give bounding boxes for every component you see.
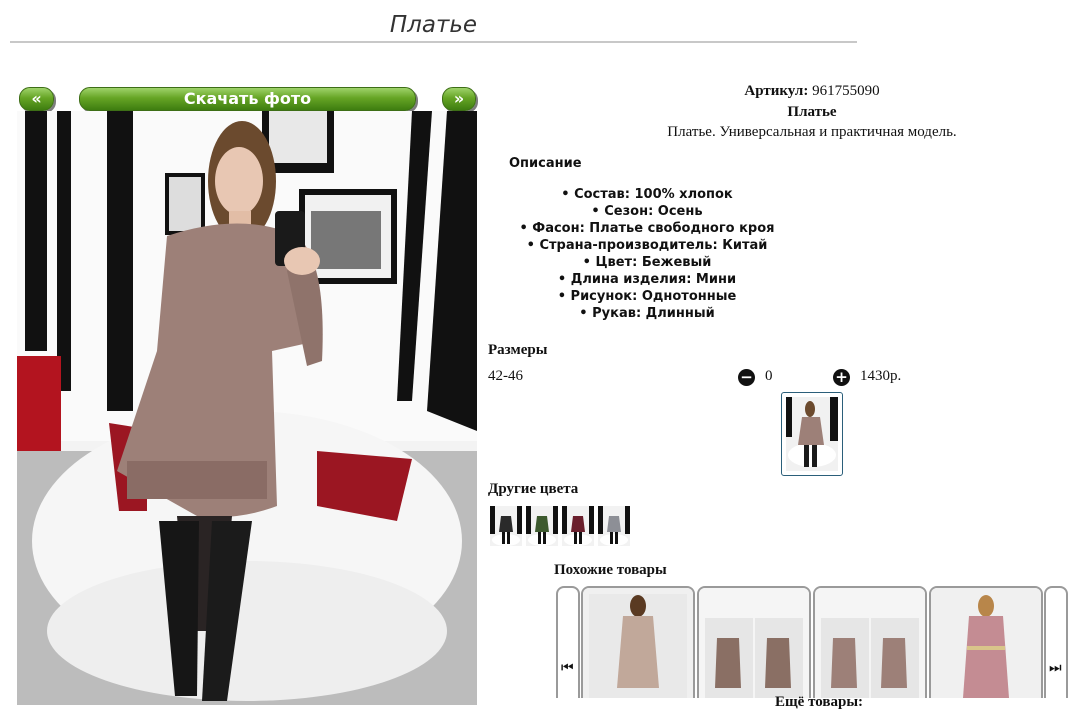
color-variant-grey[interactable] bbox=[598, 506, 630, 546]
size-row: 42-46 − 0 + 1430р. bbox=[487, 368, 957, 388]
other-colors-title: Другие цвета bbox=[488, 481, 579, 497]
color-variant-image bbox=[490, 506, 522, 546]
article-line: Артикул: 961755090 bbox=[627, 83, 997, 100]
features-list: Состав: 100% хлопок Сезон: Осень Фасон: … bbox=[507, 186, 787, 322]
color-variant-burgundy[interactable] bbox=[562, 506, 594, 546]
similar-product-card[interactable] bbox=[813, 586, 927, 698]
size-value: 42-46 bbox=[488, 368, 523, 384]
product-info-panel: Артикул: 961755090 Платье Платье. Универ… bbox=[487, 0, 1091, 710]
prev-photo-button[interactable]: « bbox=[19, 87, 54, 111]
feature-item: Страна-производитель: Китай bbox=[507, 237, 787, 254]
color-variant-image bbox=[562, 506, 594, 546]
similar-product-image bbox=[699, 588, 809, 698]
similar-product-card[interactable] bbox=[929, 586, 1043, 698]
sizes-title: Размеры bbox=[488, 342, 548, 358]
feature-item: Состав: 100% хлопок bbox=[507, 186, 787, 203]
download-photo-button[interactable]: Скачать фото bbox=[79, 87, 416, 111]
thumbnail-image bbox=[786, 397, 838, 471]
more-goods-label: Ещё товары: bbox=[775, 694, 864, 710]
feature-item: Цвет: Бежевый bbox=[507, 254, 787, 271]
color-variant-image bbox=[598, 506, 630, 546]
article-value: 961755090 bbox=[812, 83, 880, 99]
similar-product-card[interactable] bbox=[581, 586, 695, 698]
next-arrow-icon: ⏭ bbox=[1049, 660, 1062, 676]
minus-circle-icon[interactable]: − bbox=[738, 369, 755, 386]
similar-product-image bbox=[583, 588, 693, 698]
plus-circle-icon[interactable]: + bbox=[833, 369, 850, 386]
feature-item: Длина изделия: Мини bbox=[507, 271, 787, 288]
product-photo-image bbox=[17, 111, 477, 705]
similar-product-image bbox=[815, 588, 925, 698]
color-variant-image bbox=[526, 506, 558, 546]
feature-item: Рисунок: Однотонные bbox=[507, 288, 787, 305]
product-photo[interactable] bbox=[17, 111, 477, 705]
product-name: Платье bbox=[787, 104, 837, 120]
article-label: Артикул: bbox=[744, 83, 809, 99]
similar-products-title: Похожие товары bbox=[554, 562, 667, 578]
similar-product-card[interactable] bbox=[697, 586, 811, 698]
carousel-prev-button[interactable]: ⏮ bbox=[556, 586, 580, 698]
carousel-next-button[interactable]: ⏭ bbox=[1044, 586, 1068, 698]
product-tagline: Платье. Универсальная и практичная модел… bbox=[667, 124, 957, 140]
quantity-value: 0 bbox=[765, 368, 773, 384]
color-variant-black[interactable] bbox=[490, 506, 522, 546]
size-photo-thumbnail[interactable] bbox=[781, 392, 843, 476]
feature-item: Фасон: Платье свободного кроя bbox=[507, 220, 787, 237]
feature-item: Сезон: Осень bbox=[507, 203, 787, 220]
feature-item: Рукав: Длинный bbox=[507, 305, 787, 322]
description-title: Описание bbox=[509, 156, 582, 171]
prev-arrow-icon: ⏮ bbox=[561, 660, 574, 676]
next-photo-button[interactable]: » bbox=[442, 87, 476, 111]
color-variant-green[interactable] bbox=[526, 506, 558, 546]
similar-product-image bbox=[931, 588, 1041, 698]
price-value: 1430р. bbox=[860, 368, 902, 384]
